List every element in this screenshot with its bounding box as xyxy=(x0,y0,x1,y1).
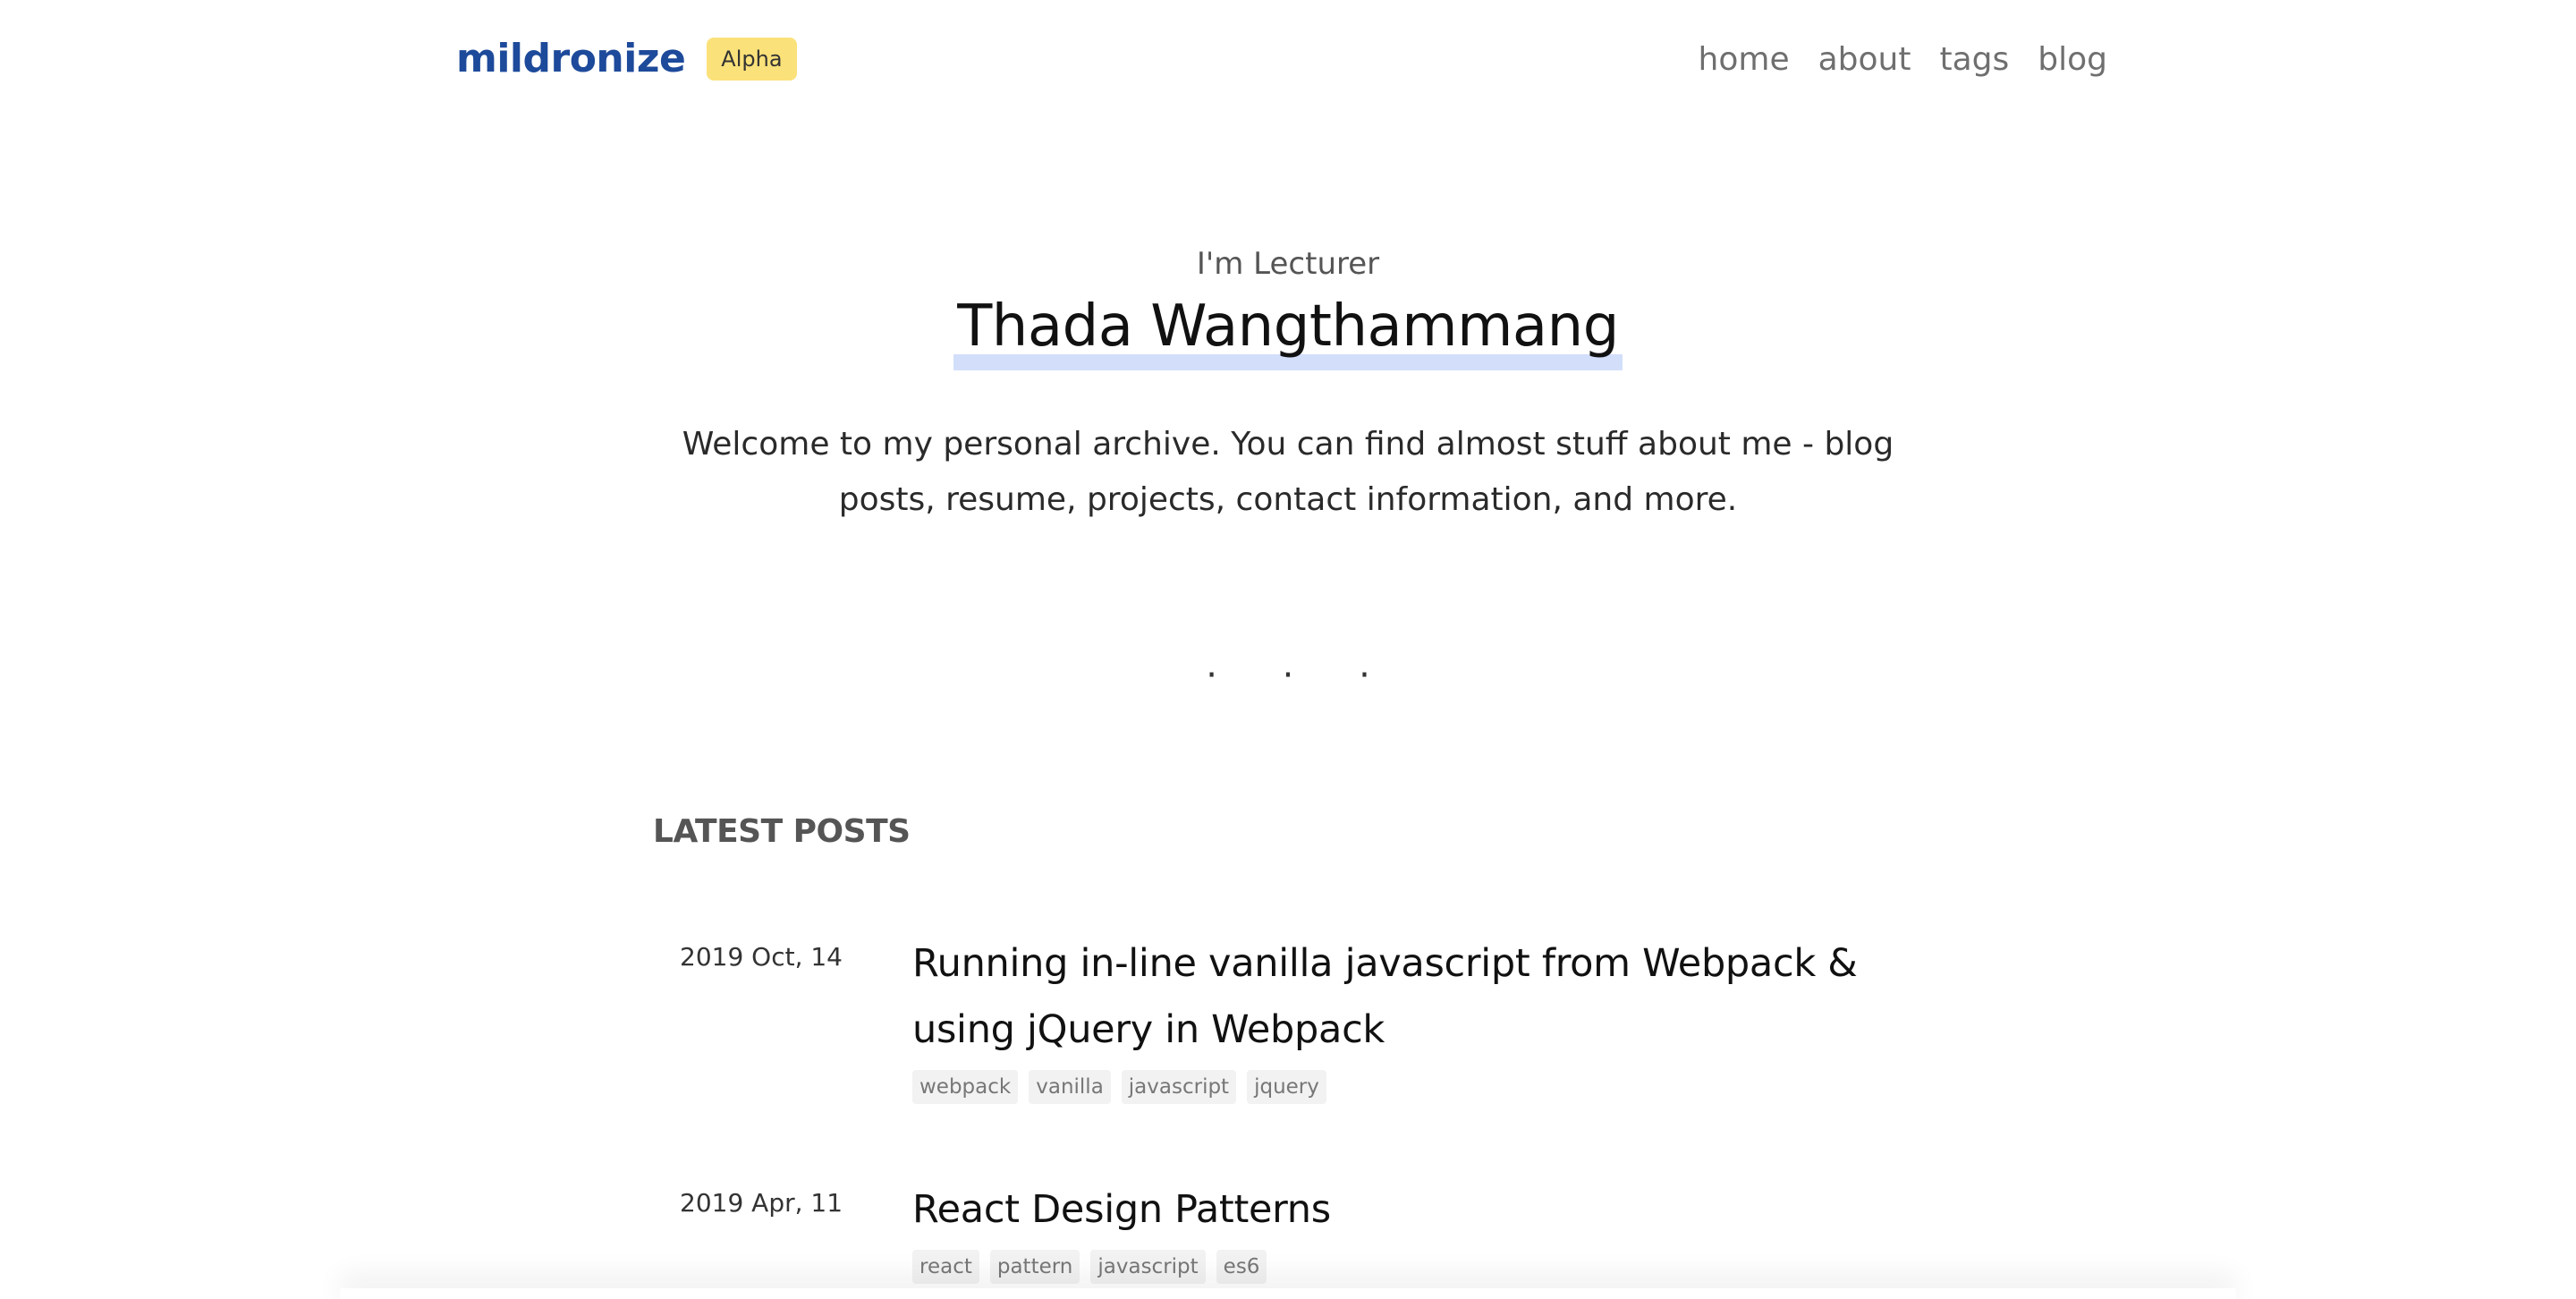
brand: mildronize Alpha xyxy=(456,32,797,86)
post-tags: webpack vanilla javascript jquery xyxy=(912,1070,1932,1104)
site-logo-link[interactable]: mildronize xyxy=(456,32,686,86)
alpha-badge: Alpha xyxy=(707,38,797,81)
post-title-link[interactable]: Running in-line vanilla javascript from … xyxy=(912,930,1914,1063)
post-date: 2019 Apr, 11 xyxy=(680,1188,843,1218)
hero-section: I'm Lecturer Thada Wangthammang Welcome … xyxy=(0,242,2576,528)
tag-chip[interactable]: webpack xyxy=(912,1070,1019,1104)
nav-tags-link[interactable]: tags xyxy=(1939,38,2009,82)
nav-about-link[interactable]: about xyxy=(1818,38,1911,82)
tag-chip[interactable]: react xyxy=(912,1250,979,1284)
post-title-link[interactable]: React Design Patterns xyxy=(912,1176,1914,1243)
tag-chip[interactable]: javascript xyxy=(1121,1070,1237,1104)
post-tags: react pattern javascript es6 xyxy=(912,1250,1932,1284)
main-nav: home about tags blog xyxy=(1699,38,2107,82)
hero-name: Thada Wangthammang xyxy=(957,293,1619,360)
post-date: 2019 Oct, 14 xyxy=(680,942,843,972)
hero-role: I'm Lecturer xyxy=(1196,246,1380,282)
tag-chip[interactable]: vanilla xyxy=(1029,1070,1111,1104)
nav-blog-link[interactable]: blog xyxy=(2038,38,2107,82)
post-item: 2019 Apr, 11 React Design Patterns react… xyxy=(680,1176,1932,1284)
hero-intro: Welcome to my personal archive. You can … xyxy=(682,426,1894,518)
latest-posts-heading: LATEST POSTS xyxy=(653,813,911,850)
site-header: mildronize Alpha home about tags blog xyxy=(0,0,2576,125)
section-divider: · · · xyxy=(1206,655,1397,696)
post-item: 2019 Oct, 14 Running in-line vanilla jav… xyxy=(680,930,1932,1104)
tag-chip[interactable]: jquery xyxy=(1247,1070,1326,1104)
tag-chip[interactable]: es6 xyxy=(1216,1250,1267,1284)
bottom-shadow xyxy=(340,1288,2236,1299)
post-body: Running in-line vanilla javascript from … xyxy=(912,930,1932,1104)
hero-name-wrap: Thada Wangthammang xyxy=(953,292,1623,370)
nav-home-link[interactable]: home xyxy=(1699,38,1790,82)
post-body: React Design Patterns react pattern java… xyxy=(912,1176,1932,1284)
tag-chip[interactable]: javascript xyxy=(1090,1250,1206,1284)
tag-chip[interactable]: pattern xyxy=(989,1250,1080,1284)
